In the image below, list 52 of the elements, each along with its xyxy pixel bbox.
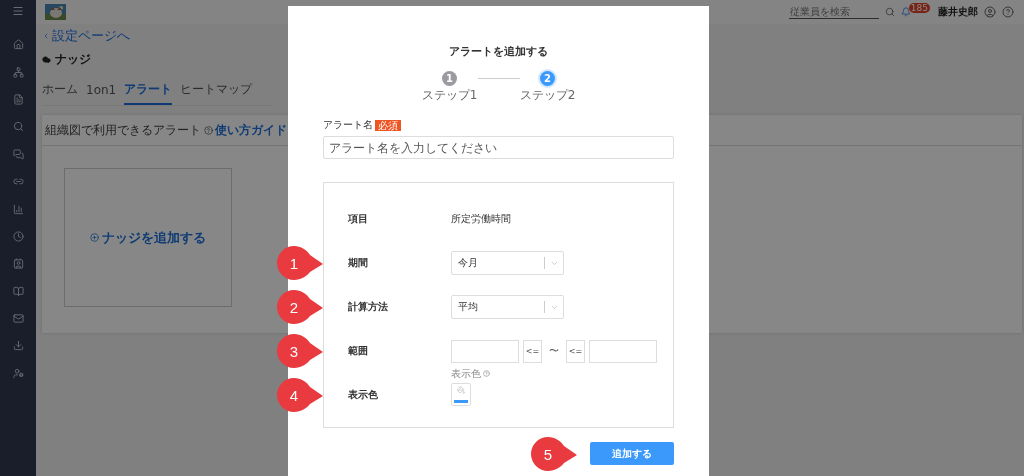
operator-button[interactable]: <=: [523, 339, 542, 363]
color-caption: 表示色: [451, 366, 673, 381]
range-min-field[interactable]: [451, 339, 519, 363]
range-separator: 〜: [549, 344, 559, 358]
help-icon: [204, 125, 213, 135]
field-label: 表示色: [348, 388, 379, 402]
field-label: 期間: [348, 256, 369, 270]
menu-icon[interactable]: [12, 5, 24, 17]
tab[interactable]: アラート: [124, 81, 173, 105]
field-label: アラート名: [323, 118, 373, 132]
field-label: 計算方法: [348, 300, 389, 314]
help-icon: [483, 370, 490, 377]
plus-icon: [90, 233, 99, 242]
tab[interactable]: 1on1: [86, 81, 117, 105]
help-icon[interactable]: [1002, 6, 1014, 18]
chevron-left-icon: [42, 31, 50, 40]
operator-button[interactable]: <=: [566, 339, 585, 363]
method-select[interactable]: 平均: [451, 295, 564, 319]
field-label: 範囲: [348, 344, 369, 358]
dialog-title: アラートを追加する: [449, 44, 548, 59]
card-title: 組織図で利用できるアラート: [45, 121, 201, 139]
required-badge: 必須: [375, 119, 401, 131]
guide-link[interactable]: 使い方ガイド: [204, 122, 287, 138]
search-field[interactable]: 従業員を検索: [788, 5, 879, 19]
period-select[interactable]: 今月: [451, 251, 564, 275]
step-number: 2: [540, 71, 555, 86]
paint-bucket-icon: [457, 385, 465, 394]
alert-name-field[interactable]: アラート名を入力してください: [323, 136, 674, 159]
page-title: ナッジ: [55, 51, 91, 68]
search-icon[interactable]: [884, 7, 895, 17]
notification-badge: 185: [908, 3, 930, 13]
callout-marker: 2: [276, 289, 324, 325]
user-icon[interactable]: [984, 6, 996, 18]
field-value: 所定労働時間: [451, 212, 512, 226]
callout-marker: 4: [276, 377, 324, 413]
step-number: 1: [442, 71, 457, 86]
submit-button[interactable]: 追加する: [590, 442, 674, 465]
color-picker[interactable]: [451, 382, 471, 406]
add-nudge-button[interactable]: ナッジを追加する: [64, 168, 232, 307]
callout-marker: 3: [276, 333, 324, 369]
range-max-field[interactable]: [589, 339, 657, 363]
callout-marker: 5: [530, 436, 578, 472]
user-name: 藤井史郎: [938, 5, 978, 19]
field-label: 項目: [348, 212, 369, 226]
cloud-icon: [42, 55, 51, 64]
callout-marker: 1: [276, 245, 324, 281]
tab[interactable]: ホーム: [42, 81, 78, 105]
tab[interactable]: ヒートマップ: [180, 81, 253, 105]
step-label: ステップ1: [421, 87, 478, 104]
bell-icon[interactable]: [900, 7, 911, 17]
back-link[interactable]: 設定ページへ: [42, 29, 1024, 42]
step-label: ステップ2: [519, 87, 576, 104]
